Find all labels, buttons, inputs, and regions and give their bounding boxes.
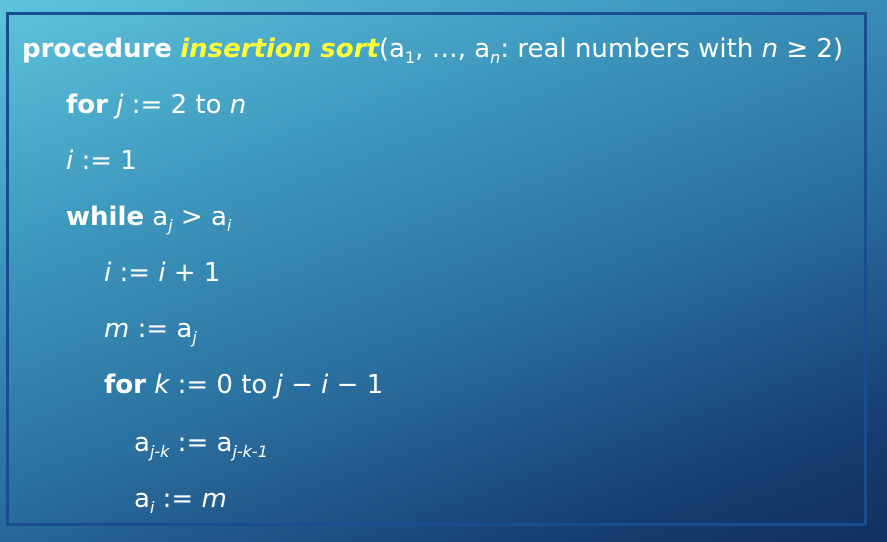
init-value: := 1 [73,146,137,176]
temp-assign-line: m := aj [104,314,197,347]
while-line: while aj > ai [66,202,232,235]
shift-a-left: a [134,428,150,458]
while-a-right: a [210,202,227,232]
loop-var-j: j [116,90,124,120]
temp-a: a [176,314,193,344]
outer-for-range: := 2 to [123,90,230,120]
param-desc: : real numbers with [500,34,762,64]
while-a-left: a [152,202,169,232]
temp-sub-j: j [192,328,197,347]
param-sub-1: 1 [404,48,416,67]
procedure-keyword: procedure [22,34,172,64]
shift-sub-right: j-k-1 [232,442,268,461]
param-tail: ≥ 2) [778,34,844,64]
param-open: (a [378,34,405,64]
shift-a-right: a [216,428,233,458]
procedure-name: insertion sort [180,34,379,64]
outer-for-line: for j := 2 to n [66,90,246,120]
for-keyword: for [66,90,108,120]
inner-for-keyword: for [104,370,146,400]
procedure-header-line: procedure insertion sort(a1, …, an: real… [22,34,844,67]
init-i-line: i := 1 [66,146,137,176]
inner-loop-var-k: k [154,370,170,400]
while-op: > [172,202,211,232]
inc-var-right: i [158,258,166,288]
increment-line: i := i + 1 [104,258,220,288]
while-sub-i: i [226,216,232,235]
outer-for-n: n [229,90,247,120]
temp-var-m: m [104,314,130,344]
temp-assign-op: := [129,314,177,344]
param-n: n [761,34,779,64]
shift-sub-left: j-k [149,442,170,461]
inner-for-minus: − [282,370,322,400]
while-keyword: while [66,202,144,232]
inc-assign: := [111,258,159,288]
shift-assign: := [169,428,217,458]
inner-for-j: j [275,370,283,400]
inc-plus-one: + 1 [165,258,221,288]
insert-assign: := [154,484,202,514]
shift-line: aj-k := aj-k-1 [134,428,268,461]
inner-for-line: for k := 0 to j − i − 1 [104,370,383,400]
inner-for-minus-one: − 1 [328,370,384,400]
inner-for-range: := 0 to [169,370,276,400]
param-sub-n: n [490,48,501,67]
param-mid: , …, a [415,34,491,64]
insert-a: a [134,484,150,514]
insert-line: ai := m [134,484,227,516]
insert-m: m [201,484,227,514]
